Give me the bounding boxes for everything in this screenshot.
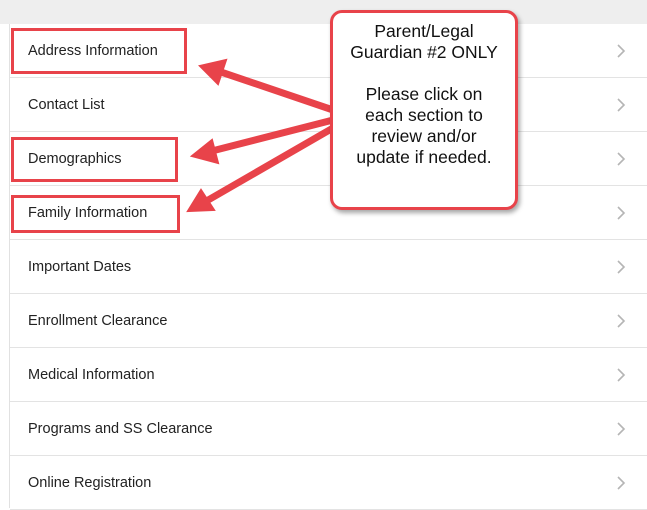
callout-line: review and/or bbox=[371, 126, 477, 146]
callout-line: Parent/Legal bbox=[374, 21, 474, 41]
callout-line bbox=[333, 63, 515, 84]
callout-line: each section to bbox=[365, 105, 483, 125]
callout-line: update if needed. bbox=[356, 147, 492, 167]
instruction-callout: Parent/Legal Guardian #2 ONLY Please cli… bbox=[330, 10, 518, 210]
callout-line: Please click on bbox=[365, 84, 483, 104]
callout-line: Guardian #2 ONLY bbox=[350, 42, 498, 62]
arrow-to-address-information bbox=[211, 66, 337, 114]
annotation-arrows bbox=[186, 58, 337, 213]
